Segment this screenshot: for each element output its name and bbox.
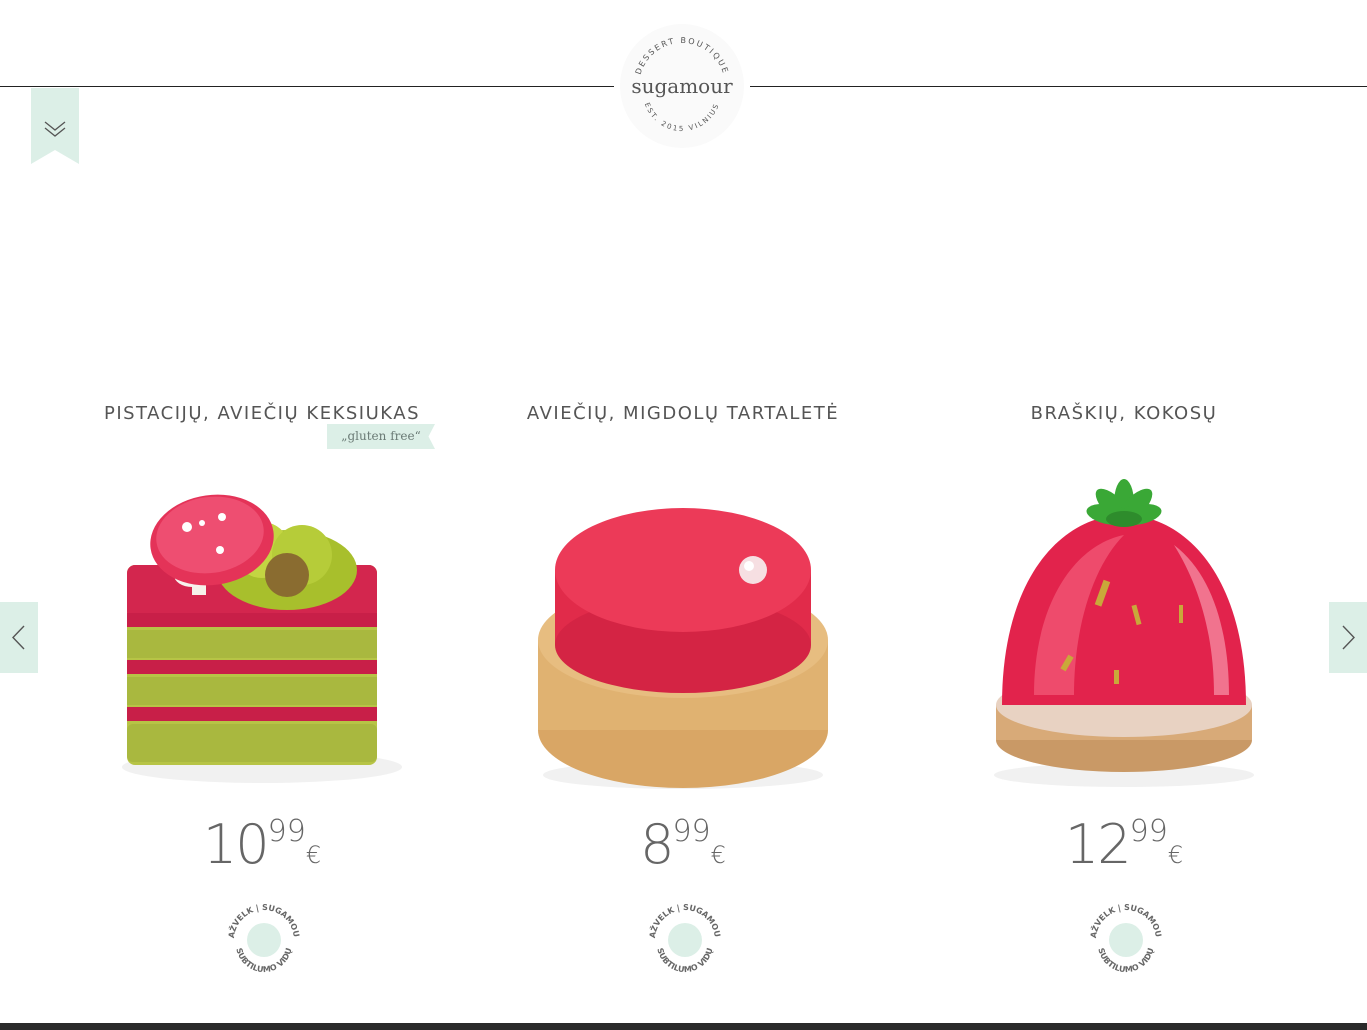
product-title[interactable]: BRAŠKIŲ, KOKOSŲ bbox=[904, 401, 1344, 427]
chevron-left-icon bbox=[12, 625, 25, 650]
look-inside-badge-button[interactable]: PAŽVELK | SUGAMOUR SUBTILUMO VIDŲ bbox=[1086, 900, 1166, 980]
product-price: 899€ bbox=[463, 813, 903, 876]
product-image-strawberry-dome[interactable] bbox=[974, 455, 1274, 795]
header-divider-right bbox=[750, 86, 1367, 87]
chevron-right-icon bbox=[1342, 625, 1355, 650]
product-image-pistachio-cake[interactable] bbox=[112, 455, 412, 795]
product-title[interactable]: PISTACIJŲ, AVIEČIŲ KEKSIUKAS bbox=[42, 401, 482, 427]
price-currency: € bbox=[1167, 841, 1184, 869]
price-decimal: 99 bbox=[672, 814, 711, 849]
price-integer: 10 bbox=[202, 813, 270, 876]
brand-logo[interactable]: DESSERT BOUTIQUE sugamour EST. 2015 VILN… bbox=[617, 22, 747, 150]
carousel-prev-button[interactable] bbox=[0, 602, 38, 673]
product-price: 1299€ bbox=[904, 813, 1344, 876]
price-integer: 12 bbox=[1064, 813, 1132, 876]
price-decimal: 99 bbox=[267, 814, 306, 849]
header-divider-left bbox=[0, 86, 614, 87]
price-currency: € bbox=[710, 841, 726, 869]
product-card-strawberry-coconut[interactable]: BRAŠKIŲ, KOKOSŲ 1299€ AŽVELK | SUGAMOU S… bbox=[904, 395, 1344, 974]
gluten-free-tag: „gluten free“ bbox=[327, 424, 435, 449]
price-decimal: 99 bbox=[1129, 814, 1168, 849]
product-image-raspberry-tart[interactable] bbox=[533, 455, 833, 795]
menu-bookmark-button[interactable] bbox=[31, 88, 79, 164]
product-title[interactable]: AVIEČIŲ, MIGDOLŲ TARTALETĖ bbox=[463, 401, 903, 427]
price-integer: 8 bbox=[640, 813, 674, 876]
look-inside-badge-button[interactable]: PAŽVELK | SUGAMOUR SUBTILUMO VIDŲ bbox=[645, 900, 725, 980]
logo-wordmark: sugamour bbox=[631, 74, 733, 98]
product-price: 1099€ bbox=[42, 813, 482, 876]
product-card-pistachio[interactable]: PISTACIJŲ, AVIEČIŲ KEKSIUKAS „gluten fre… bbox=[42, 395, 482, 974]
carousel-next-button[interactable] bbox=[1329, 602, 1367, 673]
price-currency: € bbox=[305, 841, 322, 869]
look-inside-badge-button[interactable]: PAŽVELK | SUGAMOUR SUBTILUMO VIDŲ bbox=[224, 900, 304, 980]
bottom-bar bbox=[0, 1023, 1367, 1030]
product-card-raspberry-tart[interactable]: AVIEČIŲ, MIGDOLŲ TARTALETĖ 899€ PAŽVELK … bbox=[463, 395, 903, 974]
